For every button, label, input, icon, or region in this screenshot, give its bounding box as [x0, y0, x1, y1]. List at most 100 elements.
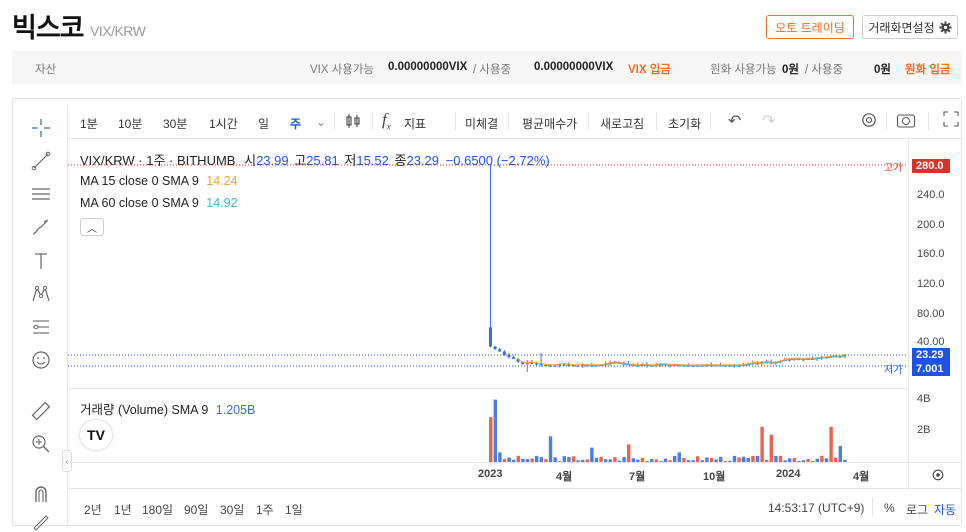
emoji-icon[interactable] [30, 349, 52, 371]
screen-settings-button[interactable]: 거래화면설정 [862, 15, 958, 39]
krw-in-use-value: 0원 [874, 64, 891, 76]
ma15-line [517, 354, 845, 366]
candle [548, 365, 552, 367]
candle [530, 362, 534, 365]
volume-label: 거래량 (Volume) SMA 9 [80, 403, 209, 417]
price-tick: 160.0 [917, 248, 945, 260]
price-tick: 80.00 [917, 308, 945, 320]
price-tick: 200.0 [917, 219, 945, 231]
reset-button[interactable]: 초기화 [668, 115, 701, 132]
trend-line-icon[interactable] [30, 150, 52, 172]
ruler-icon[interactable] [30, 400, 52, 422]
volume-bar [493, 399, 497, 462]
settings-gear-icon[interactable] [860, 111, 878, 132]
screen-settings-label: 거래화면설정 [868, 20, 935, 35]
fullscreen-icon[interactable] [943, 111, 959, 130]
candle [562, 364, 566, 366]
horizontal-lines-icon[interactable] [30, 183, 52, 205]
candle [576, 365, 580, 367]
balance-bar: 자산 VIX 사용가능 0.00000000VIX / 사용중 0.000000… [12, 51, 962, 84]
crosshair-icon[interactable] [30, 117, 52, 139]
range-90d[interactable]: 90일 [184, 501, 208, 518]
candle [489, 327, 492, 347]
volume-legend: 거래량 (Volume) SMA 9 1.205B [80, 399, 255, 418]
last-price-tag: 23.29 [912, 348, 950, 362]
range-180d[interactable]: 180일 [142, 501, 173, 518]
avg-buy-price-button[interactable]: 평균매수가 [522, 115, 577, 132]
volume-value: 1.205B [215, 403, 256, 417]
vix-in-use-value: 0.00000000VIX [534, 61, 614, 73]
volume-bar [548, 436, 553, 462]
volume-bar [677, 452, 681, 462]
volume-tick: 2B [917, 424, 931, 436]
fib-retracement-icon[interactable] [30, 316, 52, 338]
candle [493, 346, 497, 350]
candle [553, 365, 557, 367]
time-label: 7월 [629, 471, 646, 483]
volume-bar [489, 417, 493, 462]
range-30d[interactable]: 30일 [220, 501, 244, 518]
volume-bar [590, 447, 594, 462]
volume-bar [760, 426, 764, 462]
zoom-in-icon[interactable] [30, 433, 52, 455]
candle [544, 364, 548, 367]
magnet-icon[interactable] [30, 483, 52, 505]
axis-settings-icon[interactable] [931, 468, 945, 487]
clock: 14:53:17 (UTC+9) [768, 501, 865, 515]
range-1d[interactable]: 1일 [285, 501, 303, 518]
candle-style-icon[interactable] [344, 112, 362, 133]
krw-deposit-link[interactable]: 원화 입금 [905, 61, 951, 77]
gear-icon [939, 20, 952, 34]
auto-trading-button[interactable]: 오토 트레이딩 [766, 15, 854, 39]
interval-30m[interactable]: 30분 [163, 115, 187, 132]
pattern-icon[interactable] [30, 283, 52, 305]
candle [567, 364, 571, 366]
tradingview-logo[interactable]: TV [80, 420, 112, 450]
price-tick: 40.00 [917, 336, 945, 348]
indicator-fx-icon[interactable]: fx [382, 110, 391, 131]
indicators-button[interactable]: 지표 [404, 115, 426, 132]
candle [502, 351, 506, 356]
percent-toggle[interactable]: % [884, 501, 895, 515]
log-toggle[interactable]: 로그 [906, 501, 928, 518]
high-marker-label: 고가 [884, 163, 903, 174]
auto-toggle[interactable]: 자동 [934, 501, 956, 518]
candle [512, 357, 515, 359]
time-label: 4월 [853, 471, 870, 483]
volume-bar [627, 444, 631, 462]
text-tool-icon[interactable] [30, 250, 52, 272]
volume-bar [498, 452, 502, 462]
redo-icon[interactable]: ↷ [762, 111, 775, 131]
interval-1h[interactable]: 1시간 [209, 115, 238, 132]
brush-icon[interactable] [30, 216, 52, 238]
camera-icon[interactable] [896, 111, 916, 132]
low-price-tag: 7.001 [912, 362, 950, 376]
price-tick: 120.0 [917, 278, 945, 290]
time-label: 2023 [478, 468, 503, 480]
krw-available-label: 원화 사용가능 [710, 64, 777, 76]
range-1y[interactable]: 1년 [114, 501, 132, 518]
page-title: 빅스코 [12, 13, 85, 43]
open-orders-button[interactable]: 미체결 [465, 115, 498, 132]
chevron-down-icon[interactable]: ⌄ [316, 115, 326, 129]
candle [498, 349, 502, 352]
interval-day[interactable]: 일 [258, 115, 269, 132]
volume-bar [829, 426, 833, 462]
asset-label: 자산 [35, 64, 57, 76]
krw-available-value: 0원 [782, 64, 799, 76]
time-label: 2024 [776, 468, 801, 480]
refresh-button[interactable]: 새로고침 [600, 115, 644, 132]
time-label: 4월 [556, 471, 573, 483]
interval-week[interactable]: 주 [290, 115, 301, 132]
vix-in-use-label: / 사용중 [473, 64, 512, 76]
interval-1m[interactable]: 1분 [80, 115, 98, 132]
interval-10m[interactable]: 10분 [118, 115, 142, 132]
undo-icon[interactable]: ↶ [728, 111, 741, 131]
range-2y[interactable]: 2년 [84, 501, 102, 518]
vix-deposit-link[interactable]: VIX 입금 [628, 61, 671, 77]
vix-available-label: VIX 사용가능 [310, 64, 375, 76]
volume-tick: 4B [917, 393, 931, 405]
range-1w[interactable]: 1주 [256, 501, 274, 518]
low-marker-label: 저가 [884, 365, 903, 376]
candle [507, 355, 511, 358]
